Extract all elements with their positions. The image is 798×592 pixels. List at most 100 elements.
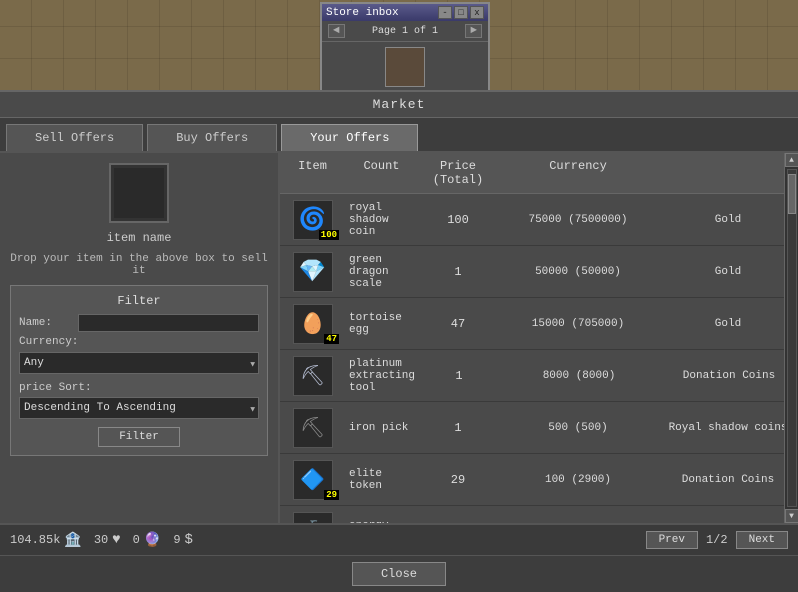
item-currency-3: Donation Coins (659, 370, 798, 382)
item-count-3: 1 (419, 369, 499, 383)
currency-select-wrapper: Any (19, 352, 259, 378)
filter-button[interactable]: Filter (98, 427, 180, 447)
item-icon-cell: 🌀 100 (280, 196, 345, 244)
name-input[interactable] (78, 314, 259, 332)
item-badge-5: 29 (324, 490, 339, 500)
item-name-2: tortoise egg (345, 308, 418, 340)
table-row[interactable]: ⛏ platinum extracting tool 1 8000 (8000)… (280, 350, 798, 402)
item-icon-cell: 🥚 47 (280, 300, 345, 348)
store-inbox-content (322, 42, 488, 92)
store-inbox-prev[interactable]: ◄ (328, 24, 345, 38)
table-row[interactable]: 🔷 29 elite token 29 100 (2900) Donation … (280, 454, 798, 506)
item-badge-0: 100 (319, 230, 339, 240)
store-inbox-page: Page 1 of 1 (372, 26, 438, 37)
store-item-placeholder (385, 47, 425, 87)
table-header: Item Count Price (Total) Currency (280, 153, 798, 194)
item-count-5: 29 (418, 473, 498, 487)
filter-currency-row: Currency: (19, 336, 259, 348)
item-currency-5: Donation Coins (658, 474, 798, 486)
gold-status: 104.85k 🏦 (10, 532, 82, 549)
price-sort-select[interactable]: Descending To Ascending (19, 397, 259, 419)
left-panel: item name Drop your item in the above bo… (0, 153, 280, 523)
drop-hint: Drop your item in the above box to sell … (10, 253, 268, 277)
heart-icon: ♥ (112, 532, 120, 548)
item-price-2: 15000 (705000) (498, 318, 658, 330)
table-row[interactable]: ⛏ iron pick 1 500 (500) Royal shadow coi… (280, 402, 798, 454)
tab-buy-offers[interactable]: Buy Offers (147, 124, 277, 151)
item-count-1: 1 (418, 265, 498, 279)
th-price: Price (Total) (418, 159, 498, 187)
th-item: Item (280, 159, 345, 187)
filter-name-row: Name: (19, 314, 259, 332)
tab-your-offers[interactable]: Your Offers (281, 124, 418, 151)
close-button[interactable]: Close (352, 562, 446, 586)
orb-icon: 🔮 (144, 532, 161, 549)
minimize-button[interactable]: - (438, 6, 452, 19)
th-currency: Currency (498, 159, 658, 187)
th-count: Count (345, 159, 418, 187)
tabs-row: Sell Offers Buy Offers Your Offers (0, 118, 798, 153)
currency-select[interactable]: Any (19, 352, 259, 374)
item-name-5: elite token (345, 464, 418, 496)
item-price-5: 100 (2900) (498, 474, 658, 486)
scroll-down[interactable]: ▼ (785, 509, 798, 523)
item-count-2: 47 (418, 317, 498, 331)
item-icon-cell: 🔷 29 (280, 456, 345, 504)
name-label: Name: (19, 317, 74, 329)
item-currency-4: Royal shadow coins (658, 422, 798, 434)
item-price-0: 75000 (7500000) (498, 214, 658, 226)
market-header: Market (0, 92, 798, 118)
filter-section: Filter Name: Currency: Any price Sort: D… (10, 285, 268, 456)
currency-status: 9 $ (173, 532, 193, 548)
item-name-label: item name (107, 231, 172, 245)
item-price-3: 8000 (8000) (499, 370, 659, 382)
right-scrollbar[interactable]: ▲ ▼ (784, 153, 798, 523)
scroll-thumb[interactable] (788, 174, 796, 214)
item-currency-2: Gold (658, 318, 798, 330)
item-drop-box[interactable] (109, 163, 169, 223)
item-name-6: energy drink (345, 516, 418, 524)
scroll-up[interactable]: ▲ (785, 153, 798, 167)
item-icon-cell: ⛏ (280, 352, 345, 400)
table-row[interactable]: 🧴 5 energy drink 5 50 (250) Jewels (280, 506, 798, 523)
item-price-1: 50000 (50000) (498, 266, 658, 278)
dollar-icon: $ (185, 532, 193, 548)
store-inbox-title: Store inbox (326, 7, 399, 19)
item-icon-cell: ⛏ (280, 404, 345, 452)
store-inbox-next[interactable]: ► (465, 24, 482, 38)
item-currency-0: Gold (658, 214, 798, 226)
next-button[interactable]: Next (736, 531, 788, 549)
hp-value: 30 (94, 533, 108, 547)
item-price-4: 500 (500) (498, 422, 658, 434)
store-inbox-nav: ◄ Page 1 of 1 ► (322, 21, 488, 42)
table-row[interactable]: 🌀 100 royal shadow coin 100 75000 (75000… (280, 194, 798, 246)
item-count-0: 100 (418, 213, 498, 227)
item-count-4: 1 (418, 421, 498, 435)
close-window-button[interactable]: x (470, 6, 484, 19)
item-icon-cell: 🧴 5 (280, 508, 345, 524)
energy-drink-icon: 🧴 (293, 512, 333, 524)
mana-value: 0 (133, 533, 140, 547)
mana-status: 0 🔮 (133, 532, 162, 549)
currency-value: 9 (173, 533, 180, 547)
table-row[interactable]: 🥚 47 tortoise egg 47 15000 (705000) Gold (280, 298, 798, 350)
right-panel: Item Count Price (Total) Currency 🌀 100 … (280, 153, 798, 523)
filter-title: Filter (19, 294, 259, 308)
store-inbox-window: Store inbox - □ x ◄ Page 1 of 1 ► (320, 2, 490, 94)
page-indicator: 1/2 (702, 533, 732, 547)
currency-label: Currency: (19, 336, 74, 348)
content-area: item name Drop your item in the above bo… (0, 153, 798, 523)
close-row: Close (0, 555, 798, 592)
maximize-button[interactable]: □ (454, 6, 468, 19)
table-body: 🌀 100 royal shadow coin 100 75000 (75000… (280, 194, 798, 523)
table-row[interactable]: 💎 green dragon scale 1 50000 (50000) Gol… (280, 246, 798, 298)
item-drop-inner (114, 168, 164, 218)
prev-button[interactable]: Prev (646, 531, 698, 549)
item-badge-2: 47 (324, 334, 339, 344)
market-dialog: Market Sell Offers Buy Offers Your Offer… (0, 90, 798, 592)
tab-sell-offers[interactable]: Sell Offers (6, 124, 143, 151)
item-currency-1: Gold (658, 266, 798, 278)
iron-pick-icon: ⛏ (293, 408, 333, 448)
store-inbox-titlebar: Store inbox - □ x (322, 4, 488, 21)
status-bar: 104.85k 🏦 30 ♥ 0 🔮 9 $ Prev 1/2 Next (0, 523, 798, 555)
